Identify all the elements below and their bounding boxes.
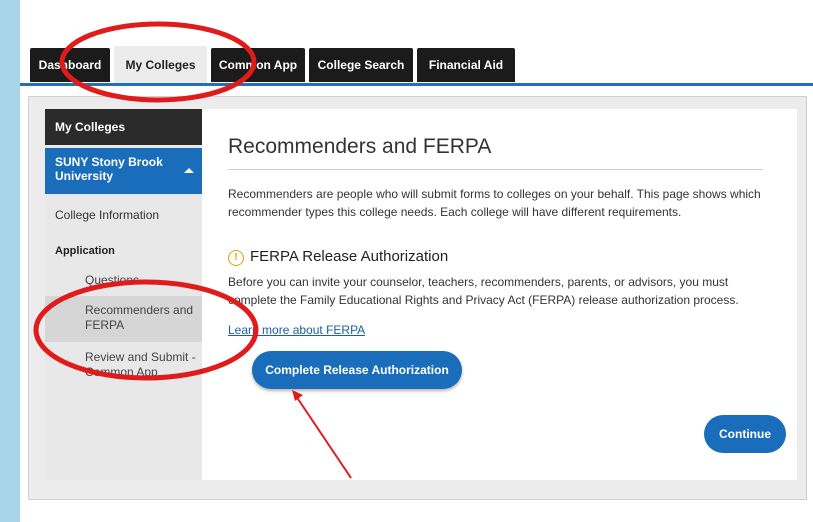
page-title: Recommenders and FERPA bbox=[228, 135, 492, 158]
page-description: Recommenders are people who will submit … bbox=[228, 187, 761, 219]
sidebar: My Colleges SUNY Stony Brook University … bbox=[45, 109, 208, 480]
sidebar-item-recommenders[interactable]: Recommenders and FERPA bbox=[85, 303, 200, 333]
title-divider bbox=[228, 169, 763, 170]
sidebar-college-name: SUNY Stony Brook University bbox=[55, 155, 163, 183]
tab-financial-aid[interactable]: Financial Aid bbox=[417, 48, 515, 82]
sidebar-item-review-submit[interactable]: Review and Submit - Common App bbox=[85, 350, 205, 380]
learn-more-ferpa-link[interactable]: Learn more about FERPA bbox=[228, 323, 365, 337]
sidebar-item-college-information[interactable]: College Information bbox=[55, 208, 159, 222]
tab-common-app[interactable]: Common App bbox=[211, 48, 305, 82]
tab-dashboard[interactable]: Dashboard bbox=[30, 48, 110, 82]
sidebar-section-application: Application bbox=[55, 245, 115, 257]
continue-button[interactable]: Continue bbox=[704, 415, 786, 453]
tab-divider bbox=[20, 83, 813, 86]
sidebar-heading: My Colleges bbox=[45, 109, 208, 145]
ferpa-heading-text: FERPA Release Authorization bbox=[250, 248, 449, 265]
tab-my-colleges[interactable]: My Colleges bbox=[114, 46, 207, 84]
sidebar-item-questions[interactable]: Questions bbox=[85, 273, 139, 288]
tab-college-search[interactable]: College Search bbox=[309, 48, 413, 82]
main-content: Recommenders and FERPA Recommenders are … bbox=[202, 109, 797, 480]
warning-icon: ! bbox=[228, 250, 244, 266]
sidebar-college-toggle[interactable]: SUNY Stony Brook University bbox=[45, 148, 208, 194]
chevron-up-icon bbox=[184, 168, 194, 173]
ferpa-heading: ! FERPA Release Authorization bbox=[228, 248, 448, 266]
ferpa-description: Before you can invite your counselor, te… bbox=[228, 275, 739, 307]
complete-release-authorization-button[interactable]: Complete Release Authorization bbox=[252, 351, 462, 389]
